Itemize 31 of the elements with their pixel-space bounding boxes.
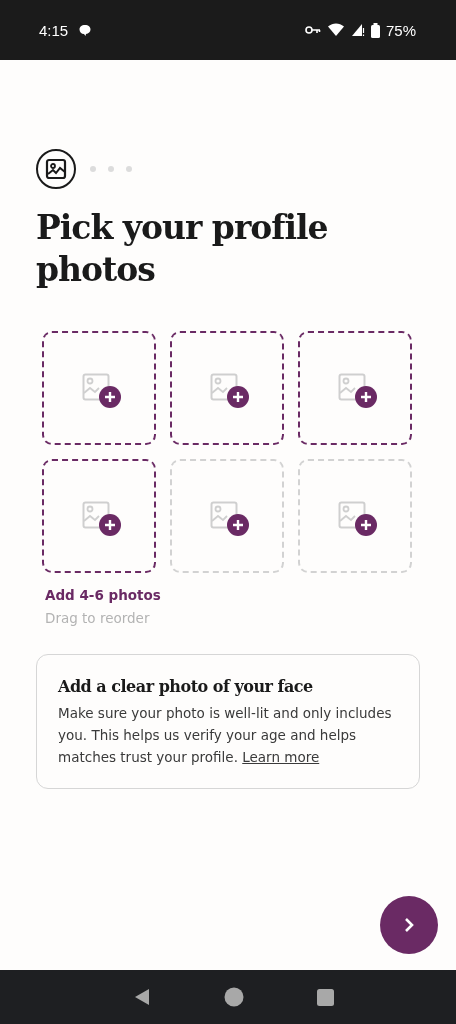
photo-step-icon xyxy=(36,149,76,189)
add-photo-icon xyxy=(338,501,378,537)
add-photo-icon xyxy=(338,373,378,409)
recents-icon[interactable] xyxy=(316,988,334,1006)
chevron-right-icon xyxy=(402,916,416,934)
add-photo-icon xyxy=(82,373,122,409)
step-dot xyxy=(90,166,96,172)
page-title: Pick your profile photos xyxy=(36,207,329,291)
add-photo-icon xyxy=(210,373,250,409)
reorder-hint: Drag to reorder xyxy=(45,610,151,626)
tip-title: Add a clear photo of your face xyxy=(58,677,314,696)
home-icon[interactable] xyxy=(223,987,244,1007)
photo-slot[interactable] xyxy=(42,459,156,573)
next-button[interactable] xyxy=(380,896,438,954)
chat-bubble-icon xyxy=(78,23,93,37)
add-photo-icon xyxy=(210,501,250,537)
photo-count-hint: Add 4-6 photos xyxy=(45,587,162,603)
photo-slot[interactable] xyxy=(42,331,156,445)
step-dot xyxy=(126,166,132,172)
battery-percent: 75% xyxy=(385,21,416,39)
step-dot xyxy=(108,166,114,172)
learn-more-link[interactable]: Learn more xyxy=(242,749,320,765)
photo-slot[interactable] xyxy=(170,331,284,445)
add-photo-icon xyxy=(82,501,122,537)
clock: 4:15 xyxy=(39,21,69,39)
key-icon xyxy=(304,25,321,35)
signal-icon xyxy=(350,23,365,37)
wifi-icon xyxy=(326,23,345,37)
battery-icon xyxy=(370,22,380,38)
photo-slot[interactable] xyxy=(298,331,412,445)
tip-text: Make sure your photo is well-lit and only includes you. This helps us verify your age and helps matches trust your profile. Learn more xyxy=(58,704,393,767)
